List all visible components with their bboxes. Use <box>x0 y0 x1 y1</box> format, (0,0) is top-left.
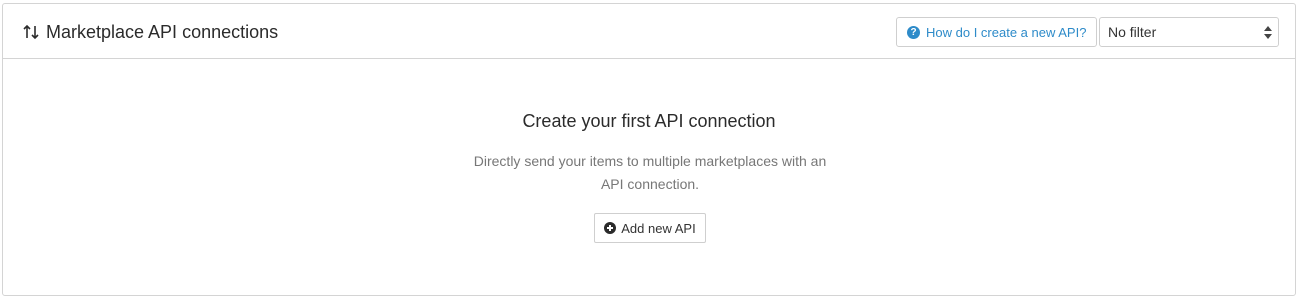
filter-select[interactable]: No filter <box>1099 17 1279 47</box>
plus-circle-icon <box>604 222 617 234</box>
api-connections-panel: Marketplace API connections ? How do I c… <box>2 3 1296 296</box>
add-new-api-label: Add new API <box>621 220 696 236</box>
how-to-create-api-button[interactable]: ? How do I create a new API? <box>896 17 1098 47</box>
page-title-wrap: Marketplace API connections <box>22 21 278 43</box>
empty-state-description-line-1: Directly send your items to multiple mar… <box>473 153 827 169</box>
add-new-api-button[interactable]: Add new API <box>594 213 706 243</box>
select-arrows-icon <box>1264 26 1272 39</box>
question-circle-icon: ? <box>907 25 920 39</box>
panel-header: Marketplace API connections ? How do I c… <box>3 4 1295 59</box>
empty-state-title: Create your first API connection <box>522 111 776 131</box>
sort-arrows-icon <box>23 24 39 40</box>
empty-state-description: Directly send your items to multiple mar… <box>470 150 830 196</box>
how-to-create-api-label: How do I create a new API? <box>926 24 1087 40</box>
empty-state-description-line-2: API connection. <box>600 176 700 192</box>
filter-selected-value: No filter <box>1108 24 1157 40</box>
page-title: Marketplace API connections <box>46 22 279 42</box>
